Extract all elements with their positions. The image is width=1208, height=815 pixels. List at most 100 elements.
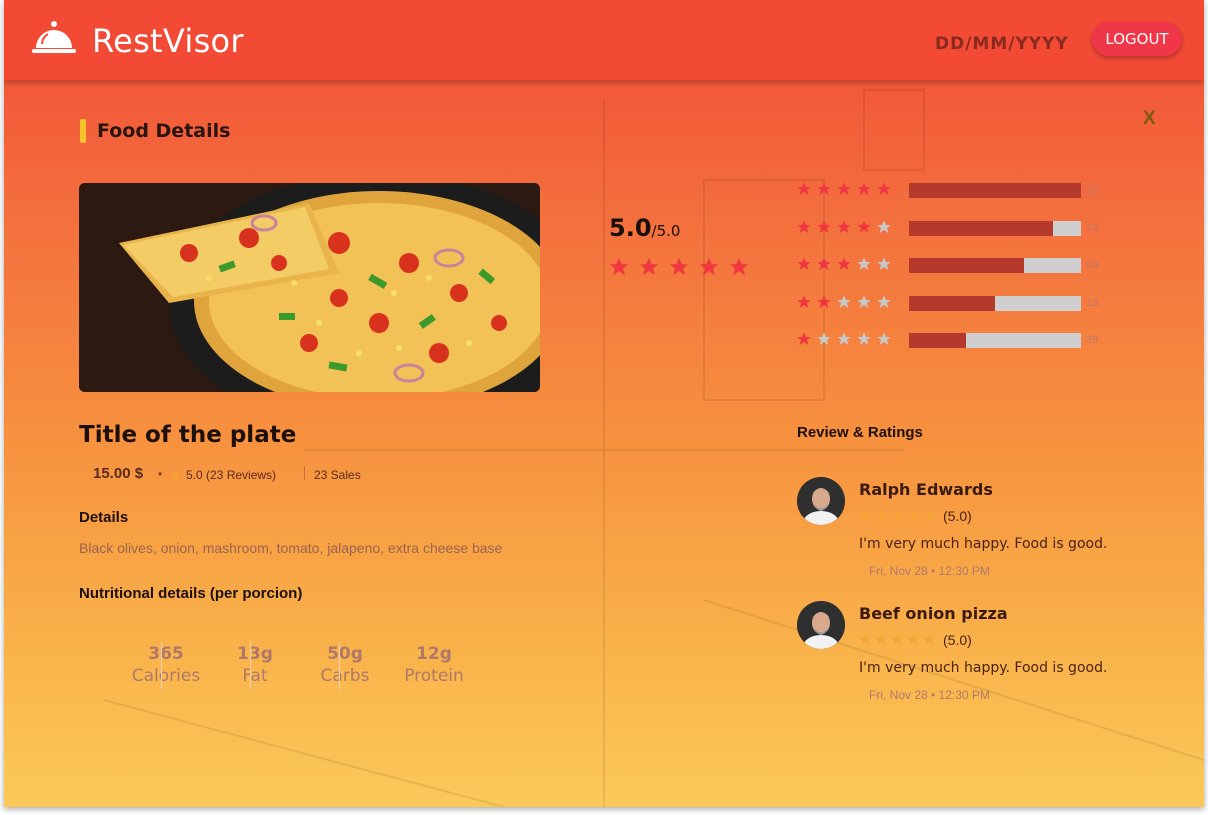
rating-distribution-row: 13	[796, 294, 1098, 315]
star-icon	[796, 294, 812, 315]
star-icon	[836, 294, 852, 315]
star-icon	[876, 256, 892, 277]
rating-distribution-row: 23	[796, 181, 1098, 202]
rating-bar-fill	[909, 183, 1081, 198]
star-icon	[856, 181, 872, 202]
star-icon	[856, 294, 872, 315]
star-icon	[816, 294, 832, 315]
star-icon	[923, 509, 936, 527]
review-text: I'm very much happy. Food is good.	[859, 536, 1108, 552]
section-accent-bar	[80, 119, 86, 143]
star-icon	[836, 181, 852, 202]
nutrition-label: Carbs	[320, 666, 370, 686]
star-icon	[816, 181, 832, 202]
star-icon	[816, 331, 832, 352]
nutrition-heading: Nutritional details (per porcion)	[79, 585, 303, 602]
review-stars	[859, 633, 936, 651]
star-icon	[876, 294, 892, 315]
average-out-of: /5.0	[651, 222, 681, 240]
review-date: Fri, Nov 28 • 12:30 PM	[869, 688, 990, 702]
avatar	[797, 601, 845, 649]
nutrition-value: 365	[148, 644, 184, 664]
average-score: 5.0	[609, 214, 652, 242]
nutrition-item: 365 Calories	[126, 644, 206, 686]
review-score: (5.0)	[943, 508, 972, 524]
rating-count: 03	[1086, 259, 1099, 271]
star-icon	[875, 509, 888, 527]
current-date: DD/MM/YYYY	[935, 34, 1069, 54]
rating-distribution-row: 13	[796, 219, 1098, 240]
rating-distribution-row: 03	[796, 256, 1098, 277]
review-item: Beef onion pizza (5.0) I'm very much happy…	[797, 601, 1127, 711]
star-icon	[608, 256, 630, 283]
plate-rating: 5.0 (23 Reviews)	[186, 468, 277, 482]
rating-count: 39	[1086, 334, 1099, 346]
rating-bar	[909, 333, 1081, 348]
rating-bar-fill	[909, 258, 1025, 273]
cloche-icon	[32, 21, 76, 53]
review-date: Fri, Nov 28 • 12:30 PM	[869, 564, 990, 578]
nutrition-divider	[250, 642, 251, 690]
nutrition-item: 12g Protein	[394, 644, 474, 686]
rating-bar	[909, 221, 1081, 236]
star-icon	[796, 181, 812, 202]
star-icon	[728, 256, 750, 283]
brand-name: RestVisor	[92, 22, 244, 60]
reviewer-name: Ralph Edwards	[859, 480, 993, 499]
star-icon	[698, 256, 720, 283]
star-icon	[796, 256, 812, 277]
nutrition-label: Calories	[131, 666, 201, 686]
star-icon	[836, 256, 852, 277]
star-icon	[859, 509, 872, 527]
star-icon	[856, 331, 872, 352]
star-icon	[856, 256, 872, 277]
top-bar: RestVisor DD/MM/YYYY LOGOUT	[4, 0, 1204, 80]
nutrition-divider	[161, 642, 162, 690]
rating-count: 13	[1086, 297, 1099, 309]
rating-bar	[909, 258, 1081, 273]
star-icon	[816, 219, 832, 240]
star-icon	[907, 509, 920, 527]
rating-bar	[909, 183, 1081, 198]
rating-bar-fill	[909, 296, 995, 311]
star-icon	[796, 331, 812, 352]
reviews-heading: Review & Ratings	[797, 424, 923, 441]
star-icon	[923, 633, 936, 651]
plate-price: 15.00 $	[93, 465, 144, 482]
nutrition-value: 50g	[327, 644, 363, 664]
rating-bar-fill	[909, 333, 966, 348]
rating-distribution-row: 39	[796, 331, 1098, 352]
star-icon	[836, 331, 852, 352]
star-icon	[859, 633, 872, 651]
pizza-illustration	[79, 183, 540, 392]
nutrition-value: 13g	[237, 644, 273, 664]
star-icon	[875, 633, 888, 651]
meta-divider	[304, 466, 305, 480]
logout-button[interactable]: LOGOUT	[1092, 22, 1182, 56]
details-heading: Details	[79, 509, 129, 526]
star-icon	[668, 256, 690, 283]
star-icon	[836, 219, 852, 240]
average-stars	[608, 256, 750, 283]
reviewer-name: Beef onion pizza	[859, 604, 1008, 623]
rating-bar-fill	[909, 221, 1054, 236]
review-score: (5.0)	[943, 632, 972, 648]
nutrition-label: Protein	[404, 666, 464, 686]
star-icon	[876, 219, 892, 240]
plate-title: Title of the plate	[79, 422, 297, 448]
star-icon	[891, 509, 904, 527]
app-window: RestVisor DD/MM/YYYY LOGOUT Food Details…	[4, 0, 1204, 807]
star-icon	[907, 633, 920, 651]
avatar	[797, 477, 845, 525]
nutrition-item: 13g Fat	[215, 644, 295, 686]
nutrition-value: 12g	[416, 644, 452, 664]
close-button[interactable]: X	[1143, 108, 1156, 130]
meta-dot: •	[158, 467, 163, 481]
star-icon	[638, 256, 660, 283]
review-stars	[859, 509, 936, 527]
star-icon	[170, 468, 181, 486]
rating-count: 23	[1086, 184, 1099, 196]
rating-bar	[909, 296, 1081, 311]
star-icon	[816, 256, 832, 277]
star-icon	[891, 633, 904, 651]
